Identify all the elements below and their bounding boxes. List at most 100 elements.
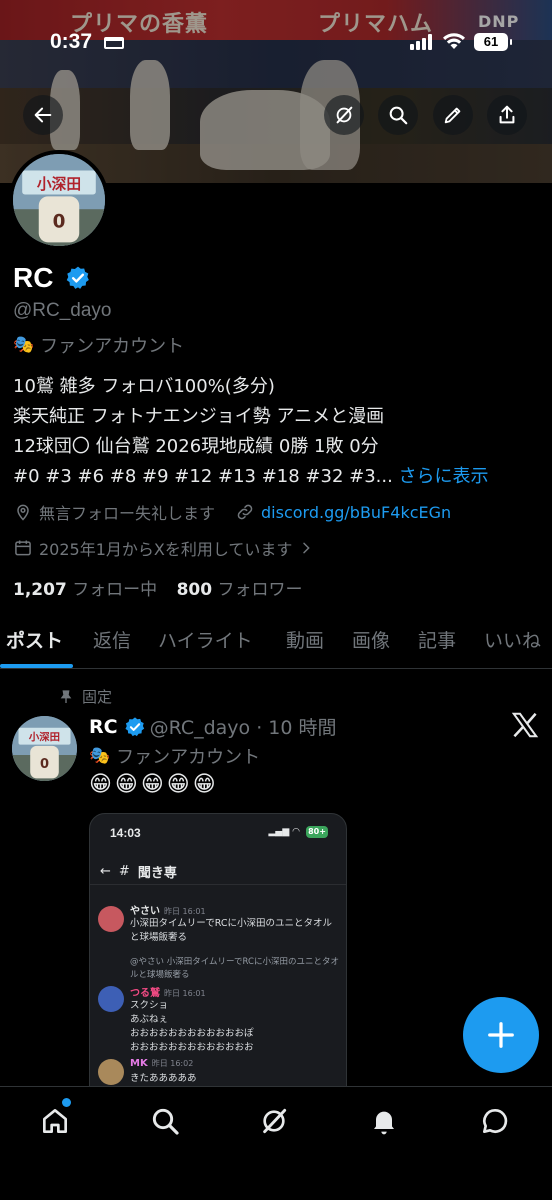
grok-button[interactable] [324,95,364,135]
svg-text:0: 0 [53,212,66,233]
back-button[interactable] [23,95,63,135]
edit-profile-button[interactable] [433,95,473,135]
grok-icon [336,106,353,124]
bio-line-last: #0 #3 #6 #8 #9 #12 #13 #18 #32 #3... さらに… [13,462,543,492]
pin-icon [60,689,72,703]
screenshot-reply-preview: @やさい 小深田タイムリーでRCに小深田のユニとタオルと球場飯奢る [130,957,339,980]
grok-icon [263,1108,287,1134]
nav-messages[interactable] [477,1103,513,1139]
bio-line: 楽天純正 フォトナエンジョイ勢 アニメと漫画 [13,406,385,427]
avatar-image: 小深田 0 [12,716,77,781]
profile-location: 無言フォロー失礼します [39,504,216,523]
active-tab-indicator [0,664,73,668]
screenshot-divider [90,884,346,885]
pencil-icon [444,107,461,124]
search-icon [152,1108,179,1135]
following-label: フォロー中 [72,580,158,600]
tab-highlights[interactable]: ハイライト [158,620,253,668]
share-button[interactable] [487,95,527,135]
post-author-label: 🎭 ファンアカウント [89,743,260,769]
following-count: 1,207 [13,580,67,600]
tab-replies[interactable]: 返信 [93,620,131,668]
post-header: RC @RC_dayo · 10 時間 [89,713,337,740]
screenshot-avatar [98,906,124,932]
profile-handle: @RC_dayo [13,300,112,321]
screenshot-message: スクショ あぶねぇ おおおおおおおおおおおおぽ おおおおおおおおおおおおお [130,1000,254,1053]
mask-icon: 🎭 [89,746,111,766]
following-link[interactable]: 1,207 フォロー中 [13,580,157,600]
screenshot-message-header: つる鷲 昨日 16:01 [130,984,206,999]
svg-text:0: 0 [40,757,49,772]
profile-label: 🎭 ファンアカウント [13,332,184,358]
followers-count: 800 [176,580,213,600]
bio-line: #0 #3 #6 #8 #9 #12 #13 #18 #32 #3... [13,466,393,487]
profile-joined-row[interactable]: 2025年1月からXを利用しています [13,536,314,560]
screenshot-message-header: MK 昨日 16:02 [130,1058,193,1069]
tab-articles[interactable]: 記事 [418,620,456,668]
screenshot-message-header: やさい 昨日 16:01 [130,902,206,917]
pinned-text: 固定 [82,688,113,706]
screenshot-author: つる鷲 [130,988,160,999]
plus-icon [488,1022,514,1048]
pinned-label: 固定 [58,686,112,707]
screenshot-back-icon: ← [100,864,111,879]
share-icon [499,105,515,124]
profile-display-name: RC [13,262,54,293]
home-notification-dot [62,1098,71,1107]
post-image[interactable]: 14:03 ▂▄▆ ◠ 80+ ← # 聞き専 やさい 昨日 16:01 小深田タ… [89,813,347,1103]
nav-grok[interactable] [256,1103,292,1139]
link-icon [237,504,253,520]
followers-link[interactable]: 800 フォロワー [177,580,303,600]
status-bar: 0:37 61 [0,30,552,62]
screenshot-date: 昨日 16:01 [164,907,206,916]
tab-videos[interactable]: 動画 [286,620,324,668]
profile-link[interactable]: discord.gg/bBuF4kcEGn [261,503,451,522]
profile-meta-row: 無言フォロー失礼します discord.gg/bBuF4kcEGn [13,500,451,524]
show-more-link[interactable]: さらに表示 [399,466,489,487]
screenshot-hash-icon: # [118,864,130,879]
profile-bio: 10鷲 雑多 フォロバ100%(多分) 楽天純正 フォトナエンジョイ勢 アニメと… [13,372,543,492]
post-author-name[interactable]: RC [89,716,118,738]
screenshot-author: MK [130,1058,148,1069]
bio-line: 12球団〇 仙台鷲 2026現地成績 0勝 1敗 0分 [13,436,379,457]
followers-label: フォロワー [217,580,303,600]
screenshot-message: きたあああああ [130,1073,197,1084]
screenshot-time: 14:03 [110,826,141,840]
verified-badge-icon [125,716,144,736]
post-author-avatar[interactable]: 小深田 0 [12,716,77,781]
bottom-navigation [0,1086,552,1200]
svg-text:小深田: 小深田 [37,175,81,193]
mask-icon: 🎭 [13,335,35,355]
nav-search[interactable] [147,1103,183,1139]
screenshot-date: 昨日 16:02 [151,1059,194,1068]
profile-avatar[interactable]: 小深田 0 [9,150,109,250]
nav-notifications[interactable] [366,1103,402,1139]
screenshot-date: 昨日 16:01 [164,989,206,998]
screenshot-channel-header: ← # 聞き専 [100,862,177,881]
arrow-left-icon [34,107,52,123]
nav-home[interactable] [37,1103,73,1139]
tab-likes[interactable]: いいね [484,620,541,668]
status-time: 0:37 [50,30,93,53]
profile-label-text: ファンアカウント [40,336,185,357]
post-label-text: ファンアカウント [116,747,261,768]
screenshot-signal-icon: ▂▄▆ ◠ [268,827,300,837]
tab-images[interactable]: 画像 [352,620,390,668]
screenshot-battery: 80+ [306,826,328,838]
compose-post-button[interactable] [463,997,539,1073]
message-icon [483,1108,508,1133]
chevron-right-icon [303,542,311,554]
location-pin-icon [17,504,29,521]
screenshot-avatar [98,986,124,1012]
tab-posts[interactable]: ポスト [6,620,63,668]
profile-tabs: ポスト 返信 ハイライト 動画 画像 記事 いいね [0,620,552,669]
follow-stats: 1,207 フォロー中 800 フォロワー [13,575,303,600]
signal-icon [410,34,436,50]
x-logo-icon[interactable] [510,710,540,740]
wifi-icon [443,33,465,49]
battery-indicator: 61 [474,33,512,51]
bell-icon [374,1111,394,1135]
screenshot-channel-name: 聞き専 [137,866,177,881]
screenshot-author: やさい [130,906,160,917]
search-button[interactable] [378,95,418,135]
